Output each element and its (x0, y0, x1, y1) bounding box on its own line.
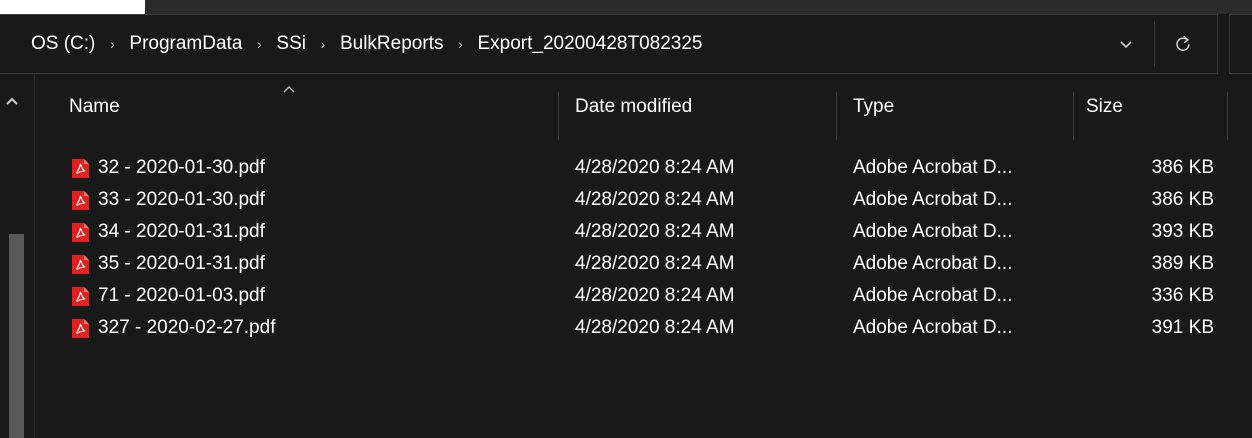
file-name-cell: 34 - 2020-01-31.pdf (71, 216, 265, 248)
file-name: 327 - 2020-02-27.pdf (98, 317, 276, 338)
file-size: 391 KB (1151, 317, 1214, 338)
breadcrumb-item-export[interactable]: Export_20200428T082325 (477, 33, 702, 55)
chevron-right-icon[interactable]: › (306, 36, 340, 52)
column-divider[interactable] (1073, 92, 1074, 140)
file-date-modified: 4/28/2020 8:24 AM (575, 285, 735, 306)
file-name: 33 - 2020-01-30.pdf (98, 189, 265, 210)
file-size: 386 KB (1151, 157, 1214, 178)
column-header-type-label: Type (853, 96, 895, 117)
file-row[interactable]: 71 - 2020-01-03.pdf 4/28/2020 8:24 AM Ad… (35, 280, 1252, 312)
file-size: 389 KB (1151, 253, 1214, 274)
chevron-right-icon[interactable]: › (443, 36, 477, 52)
file-size: 393 KB (1151, 221, 1214, 242)
file-name-cell: 32 - 2020-01-30.pdf (71, 152, 265, 184)
breadcrumb-item-ssi[interactable]: SSi (276, 33, 306, 55)
search-box[interactable] (1229, 14, 1252, 74)
column-header-type[interactable]: Type (853, 74, 1063, 140)
chevron-right-icon[interactable]: › (242, 36, 276, 52)
pdf-file-icon (72, 158, 89, 178)
file-size: 336 KB (1151, 285, 1214, 306)
file-date-modified: 4/28/2020 8:24 AM (575, 253, 735, 274)
scroll-up-arrow-icon[interactable] (4, 94, 20, 108)
title-strip-highlight (0, 0, 145, 14)
file-type: Adobe Acrobat D... (853, 189, 1013, 210)
address-history-dropdown-button[interactable] (1104, 22, 1148, 66)
chevron-down-icon (1120, 41, 1132, 49)
file-name-cell: 327 - 2020-02-27.pdf (71, 312, 275, 344)
file-name-cell: 35 - 2020-01-31.pdf (71, 248, 265, 280)
file-type: Adobe Acrobat D... (853, 285, 1013, 306)
breadcrumb-item-drive[interactable]: OS (C:) (31, 33, 95, 55)
file-list: 32 - 2020-01-30.pdf 4/28/2020 8:24 AM Ad… (35, 152, 1252, 344)
file-name: 35 - 2020-01-31.pdf (98, 253, 265, 274)
pdf-file-icon (72, 318, 89, 338)
navigation-pane-scrollbar-thumb[interactable] (9, 234, 24, 438)
file-name: 71 - 2020-01-03.pdf (98, 285, 265, 306)
file-row[interactable]: 327 - 2020-02-27.pdf 4/28/2020 8:24 AM A… (35, 312, 1252, 344)
refresh-icon (1176, 35, 1190, 51)
column-header-date-label: Date modified (575, 96, 693, 117)
column-divider[interactable] (1227, 92, 1228, 140)
title-strip (0, 0, 1252, 14)
file-explorer-window: OS (C:) › ProgramData › SSi › BulkReport… (0, 0, 1252, 438)
column-header-size[interactable]: Size (1086, 74, 1226, 140)
file-row[interactable]: 32 - 2020-01-30.pdf 4/28/2020 8:24 AM Ad… (35, 152, 1252, 184)
pdf-file-icon (72, 286, 89, 306)
file-row[interactable]: 35 - 2020-01-31.pdf 4/28/2020 8:24 AM Ad… (35, 248, 1252, 280)
chevron-right-icon[interactable]: › (95, 36, 129, 52)
breadcrumb: OS (C:) › ProgramData › SSi › BulkReport… (0, 33, 1104, 55)
column-header-name-label: Name (69, 96, 120, 117)
file-name: 32 - 2020-01-30.pdf (98, 157, 265, 178)
file-type: Adobe Acrobat D... (853, 221, 1013, 242)
file-name: 34 - 2020-01-31.pdf (98, 221, 265, 242)
address-bar[interactable]: OS (C:) › ProgramData › SSi › BulkReport… (0, 14, 1218, 74)
refresh-button[interactable] (1163, 22, 1203, 66)
pdf-file-icon (72, 254, 89, 274)
column-header-row: Name Date modified Type Size (35, 74, 1252, 140)
file-type: Adobe Acrobat D... (853, 157, 1013, 178)
file-row[interactable]: 33 - 2020-01-30.pdf 4/28/2020 8:24 AM Ad… (35, 184, 1252, 216)
address-bar-divider (1154, 21, 1155, 67)
file-name-cell: 71 - 2020-01-03.pdf (71, 280, 265, 312)
column-header-date-modified[interactable]: Date modified (575, 74, 835, 140)
breadcrumb-item-bulkreports[interactable]: BulkReports (340, 33, 444, 55)
file-date-modified: 4/28/2020 8:24 AM (575, 221, 735, 242)
column-header-name[interactable]: Name (69, 74, 559, 140)
file-size: 386 KB (1151, 189, 1214, 210)
column-divider[interactable] (836, 92, 837, 140)
file-row[interactable]: 34 - 2020-01-31.pdf 4/28/2020 8:24 AM Ad… (35, 216, 1252, 248)
file-type: Adobe Acrobat D... (853, 253, 1013, 274)
pdf-file-icon (72, 190, 89, 210)
column-divider[interactable] (558, 92, 559, 140)
file-name-cell: 33 - 2020-01-30.pdf (71, 184, 265, 216)
pdf-file-icon (72, 222, 89, 242)
file-date-modified: 4/28/2020 8:24 AM (575, 157, 735, 178)
column-header-size-label: Size (1086, 96, 1123, 117)
file-date-modified: 4/28/2020 8:24 AM (575, 189, 735, 210)
sort-ascending-icon (283, 86, 295, 93)
file-type: Adobe Acrobat D... (853, 317, 1013, 338)
breadcrumb-item-programdata[interactable]: ProgramData (129, 33, 242, 55)
file-date-modified: 4/28/2020 8:24 AM (575, 317, 735, 338)
navigation-pane (0, 74, 24, 438)
